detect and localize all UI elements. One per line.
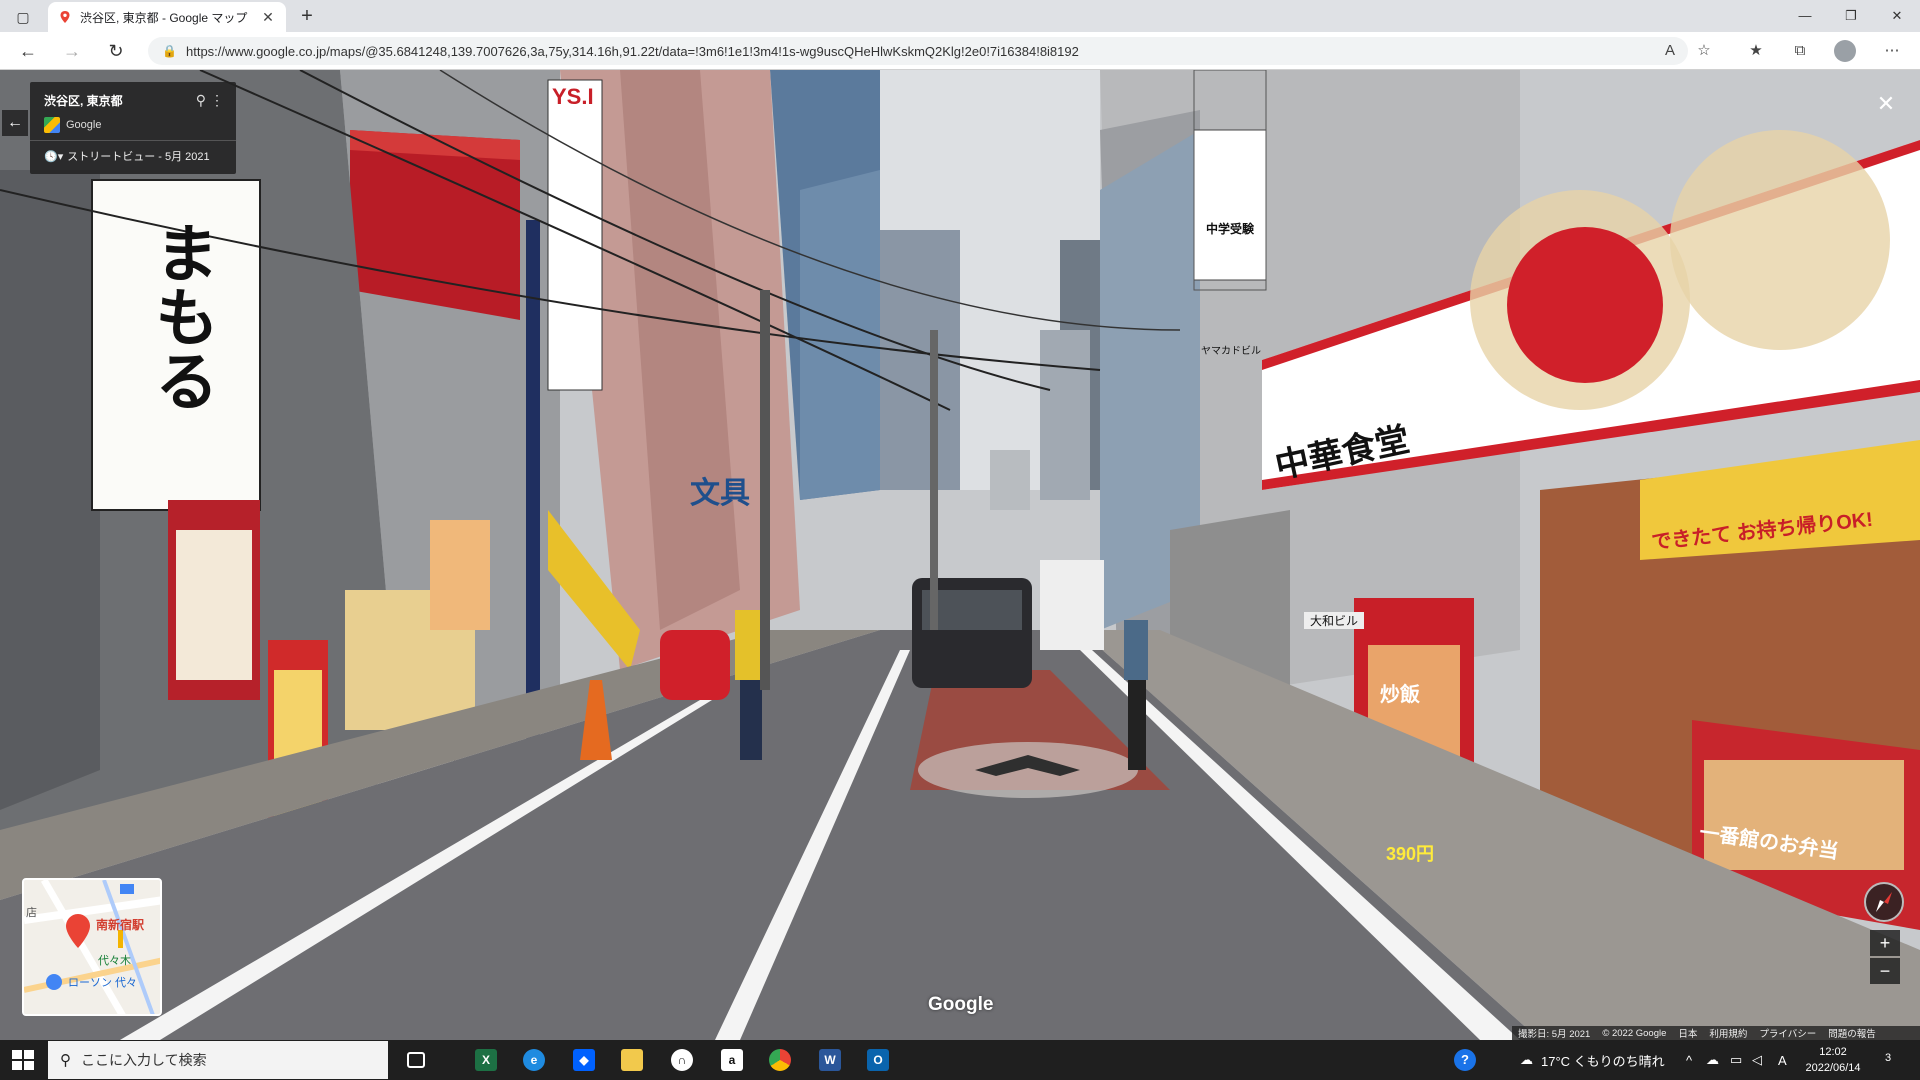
terms-link[interactable]: 利用規約 [1709,1026,1747,1040]
favorites-icon[interactable]: ★ [1742,38,1770,64]
clock-icon: 🕓▾ [44,150,64,163]
weather-widget[interactable]: ☁ 17°C くもりのち晴れ [1520,1040,1665,1080]
tab-google-maps[interactable]: 渋谷区, 東京都 - Google マップ ✕ [48,2,286,32]
excel-icon[interactable]: X [466,1044,506,1076]
tab-close-icon[interactable]: ✕ [260,9,276,26]
google-maps-icon [44,117,60,133]
streetview-close-icon[interactable]: ✕ [1872,90,1900,118]
edge-icon[interactable]: e [514,1044,554,1076]
profile-avatar[interactable] [1834,40,1856,62]
compass-icon[interactable] [1864,882,1904,922]
sign-price: 390円 [1386,844,1435,864]
help-icon[interactable]: ? [1454,1040,1476,1080]
source-label: Google [66,119,102,131]
window-close-button[interactable]: ✕ [1874,0,1920,32]
minimap-drawing [24,880,160,1014]
volume-icon[interactable]: ◁ [1752,1040,1762,1080]
onedrive-icon[interactable]: ☁ [1706,1040,1719,1080]
chrome-icon[interactable] [760,1044,800,1076]
task-view-icon[interactable] [396,1044,436,1076]
word-icon[interactable]: W [810,1044,850,1076]
sign-juken: 中学受験 [1205,222,1254,236]
clock-date: 2022/06/14 [1805,1062,1861,1074]
history-label: ストリートビュー - 5月 2021 [67,151,210,163]
google-watermark: Google [928,994,994,1015]
report-problem-link[interactable]: 問題の報告 [1828,1026,1876,1040]
app-circle-icon[interactable]: ∩ [662,1044,702,1076]
settings-more-icon[interactable]: ⋯ [1878,38,1906,64]
compass-needle-icon [1876,892,1892,912]
minimap-label-yoyogi: 代々木 [98,955,131,967]
tray-chevron-icon[interactable]: ^ [1686,1040,1692,1080]
region-link[interactable]: 日本 [1678,1026,1697,1040]
search-icon: ⚲ [60,1052,71,1069]
browser-toolbar: ← → ↻ 🔒 https://www.google.co.jp/maps/@3… [0,32,1920,70]
tab-title: 渋谷区, 東京都 - Google マップ [80,10,248,25]
minimap-label-edge: 店 [26,907,37,919]
taskbar-clock[interactable]: 12:02 2022/06/14 [1796,1044,1870,1076]
more-options-icon[interactable]: ⋮ [210,92,224,109]
location-pin-icon[interactable]: ⚲ [196,92,206,109]
forward-button[interactable]: → [58,38,86,64]
network-icon[interactable]: ▭ [1730,1040,1742,1080]
card-divider [30,140,236,141]
streetview-footer: 撮影日: 5月 2021 © 2022 Google 日本 利用規約 プライバシ… [1512,1026,1920,1040]
new-tab-button[interactable]: + [294,4,320,28]
amazon-icon[interactable]: a [712,1044,752,1076]
ime-indicator[interactable]: A [1778,1040,1787,1080]
zoom-in-button[interactable]: + [1870,930,1900,956]
history-selector[interactable]: 🕓▾ ストリートビュー - 5月 2021 [44,148,210,164]
minimap-label-lawson: ローソン 代々 [68,977,138,989]
restore-button[interactable]: ❐ [1828,0,1874,32]
sign-bunbougu: 文具 [690,477,750,510]
taskbar-search-input[interactable]: ⚲ ここに入力して検索 [48,1041,388,1079]
maps-pin-icon [60,11,70,23]
weather-text: 17°C くもりのち晴れ [1541,1053,1665,1069]
clock-time: 12:02 [1819,1046,1847,1058]
browser-tab-bar: ▢ 渋谷区, 東京都 - Google マップ ✕ + — ❐ ✕ [0,0,1920,32]
exit-streetview-arrow-icon[interactable]: ← [2,110,28,136]
sign-ys: YS.I [552,84,594,109]
url-text: https://www.google.co.jp/maps/@35.684124… [186,43,1079,59]
dropbox-icon[interactable]: ◆ [564,1044,604,1076]
minimap[interactable]: 南新宿駅 代々木 ローソン 代々 店 [22,878,162,1016]
refresh-button[interactable]: ↻ [102,38,130,64]
file-explorer-icon[interactable] [612,1044,652,1076]
search-placeholder: ここに入力して検索 [81,1052,207,1068]
add-favorite-icon[interactable]: ☆ [1690,38,1718,64]
notification-center-icon[interactable]: 3 [1876,1048,1900,1070]
sign-mamoru: まもる [144,220,219,412]
windows-start-icon[interactable] [10,1048,36,1072]
sign-chahan: 炒飯 [1380,684,1420,706]
minimize-button[interactable]: — [1782,0,1828,32]
address-bar[interactable]: 🔒 https://www.google.co.jp/maps/@35.6841… [148,37,1688,65]
sign-yamakado: ヤマカドビル [1201,346,1261,357]
windows-taskbar: ⚲ ここに入力して検索 X e ◆ ∩ a W O ? ☁ 17°C くもりのち… [0,1040,1920,1080]
outlook-icon[interactable]: O [858,1044,898,1076]
notification-count: 3 [1884,1052,1892,1064]
streetview-info-card: 渋谷区, 東京都 ⚲ ⋮ Google 🕓▾ ストリートビュー - 5月 202… [30,82,236,174]
image-source: Google [44,117,222,133]
street-view-panorama[interactable]: まもる YS.I 文具 中華食堂 中学受験 ヤマカドビル 大和ビル 炒飯 390… [0,70,1920,1040]
zoom-out-button[interactable]: − [1870,958,1900,984]
copyright: © 2022 Google [1602,1027,1667,1039]
sign-yamato-building: 大和ビル [1304,612,1364,629]
back-button[interactable]: ← [14,38,42,64]
lock-icon: 🔒 [162,44,177,58]
cloud-icon: ☁ [1520,1052,1533,1067]
privacy-link[interactable]: プライバシー [1759,1026,1816,1040]
tab-actions-icon[interactable]: ▢ [6,4,40,30]
capture-date: 撮影日: 5月 2021 [1518,1029,1591,1040]
minimap-label-station: 南新宿駅 [96,918,145,932]
collections-icon[interactable]: ⧉ [1786,38,1814,64]
read-aloud-icon[interactable]: A [1656,38,1684,64]
street-scene [0,70,1920,1040]
